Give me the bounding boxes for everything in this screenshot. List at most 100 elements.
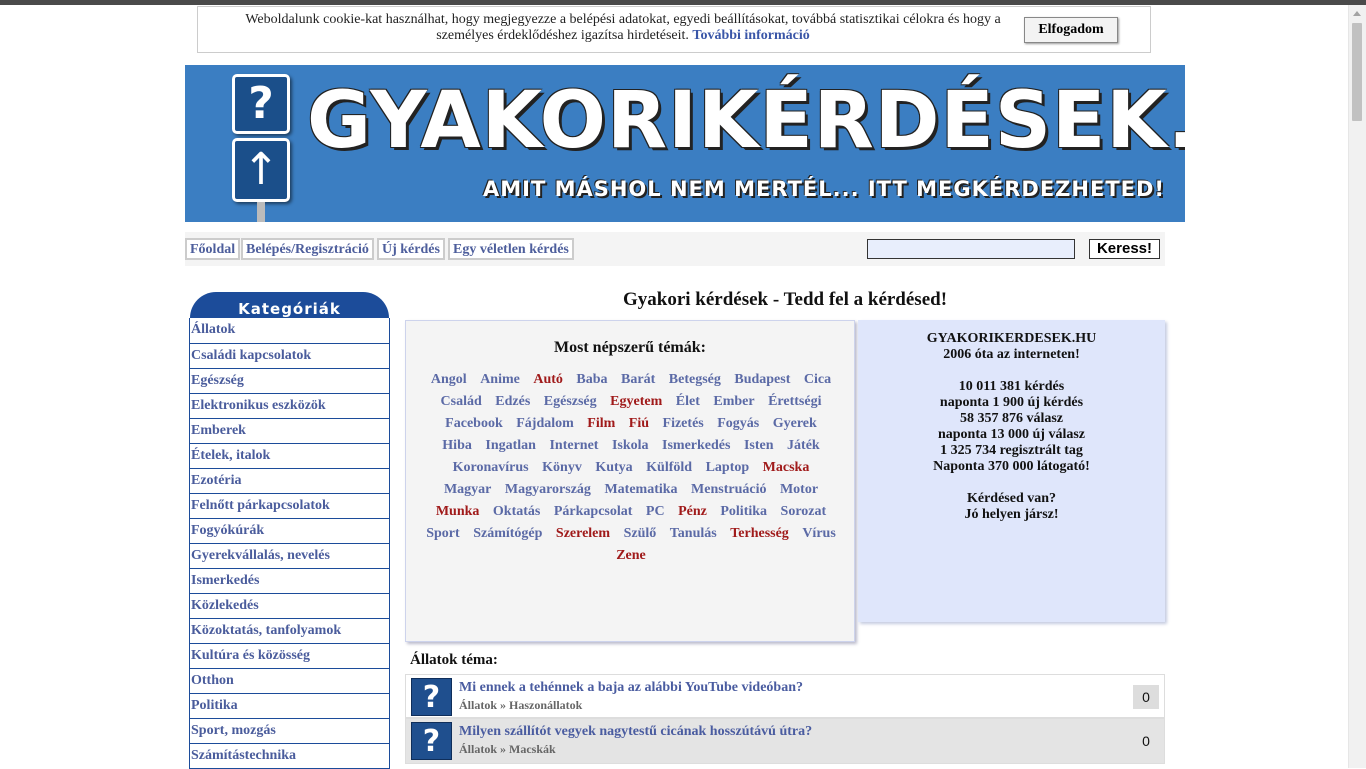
category-item[interactable]: Fogyókúrák <box>190 518 389 543</box>
topic-tag[interactable]: Politika <box>720 504 767 519</box>
topic-tag[interactable]: Sport <box>426 526 459 541</box>
category-item[interactable]: Kultúra és közösség <box>190 643 389 668</box>
topic-tag[interactable]: Kutya <box>595 460 632 475</box>
category-item[interactable]: Otthon <box>190 668 389 693</box>
topic-tag[interactable]: Gyerek <box>773 416 817 431</box>
question-row[interactable]: ? Milyen szállítót vegyek nagytestű cicán… <box>405 718 1165 764</box>
category-item[interactable]: Egészség <box>190 368 389 393</box>
question-category: Állatok » Haszonállatok <box>459 698 583 712</box>
topic-tag[interactable]: Betegség <box>669 372 721 387</box>
topic-tag[interactable]: Munka <box>436 504 480 519</box>
topic-tag[interactable]: Internet <box>549 438 598 453</box>
topic-tag[interactable]: Magyarország <box>505 482 591 497</box>
topic-tag[interactable]: Motor <box>780 482 818 497</box>
topic-tag[interactable]: Könyv <box>542 460 582 475</box>
topic-tag[interactable]: Szülő <box>624 526 657 541</box>
topic-tag[interactable]: Macska <box>763 460 810 475</box>
topic-tag[interactable]: Ingatlan <box>485 438 536 453</box>
cookie-notice: Weboldalunk cookie-kat használhat, hogy … <box>197 6 1151 53</box>
topic-tag[interactable]: Anime <box>480 372 520 387</box>
cookie-text: Weboldalunk cookie-kat használhat, hogy … <box>238 12 1008 44</box>
stats-line: 1 325 734 regisztrált tag <box>940 443 1083 458</box>
popular-topics-title: Most népszerű témák: <box>554 339 706 356</box>
topic-tag[interactable]: Hiba <box>442 438 472 453</box>
category-item[interactable]: Felnőtt párkapcsolatok <box>190 493 389 518</box>
topic-tag[interactable]: Cica <box>804 372 831 387</box>
topic-tag[interactable]: Film <box>587 416 615 431</box>
category-item[interactable]: Ételek, italok <box>190 443 389 468</box>
search-button[interactable]: Keress! <box>1089 239 1160 259</box>
scrollbar-thumb[interactable] <box>1352 23 1362 121</box>
topic-tag[interactable]: Barát <box>621 372 655 387</box>
cookie-accept-button[interactable]: Elfogadom <box>1024 17 1118 43</box>
category-item[interactable]: Emberek <box>190 418 389 443</box>
topic-tag[interactable]: Egészség <box>544 394 597 409</box>
topic-tag[interactable]: Facebook <box>445 416 503 431</box>
topic-tag[interactable]: Család <box>441 394 482 409</box>
topic-tag[interactable]: Fiú <box>629 416 649 431</box>
up-arrow-sign-icon: ↑ <box>232 138 290 202</box>
topic-tag[interactable]: Élet <box>676 394 700 409</box>
topic-tag[interactable]: Fájdalom <box>516 416 574 431</box>
question-title-link[interactable]: Milyen szállítót vegyek nagytestű cicána… <box>459 724 812 740</box>
topic-tag[interactable]: Oktatás <box>493 504 540 519</box>
topic-tag[interactable]: Edzés <box>495 394 530 409</box>
category-item[interactable]: Politika <box>190 693 389 718</box>
topic-tag[interactable]: Autó <box>533 372 563 387</box>
topic-tag[interactable]: Terhesség <box>730 526 789 541</box>
topic-tag[interactable]: PC <box>646 504 665 519</box>
topic-tag[interactable]: Külföld <box>646 460 692 475</box>
category-item[interactable]: Közoktatás, tanfolyamok <box>190 618 389 643</box>
nav-random-question[interactable]: Egy véletlen kérdés <box>448 238 574 260</box>
topic-tag[interactable]: Koronavírus <box>453 460 529 475</box>
topic-tag[interactable]: Egyetem <box>610 394 662 409</box>
topic-tag[interactable]: Magyar <box>444 482 491 497</box>
topic-tag[interactable]: Isten <box>744 438 774 453</box>
topic-tag[interactable]: Ismerkedés <box>662 438 730 453</box>
topic-tag[interactable]: Iskola <box>612 438 649 453</box>
category-item[interactable]: Ezotéria <box>190 468 389 493</box>
search-input[interactable] <box>867 239 1075 259</box>
category-item[interactable]: Családi kapcsolatok <box>190 343 389 368</box>
topic-tag[interactable]: Fizetés <box>663 416 704 431</box>
category-item[interactable]: Közlekedés <box>190 593 389 618</box>
site-stats-box: GYAKORIKERDESEK.HU 2006 óta az interneten… <box>858 320 1165 622</box>
page-scrollbar[interactable] <box>1348 5 1366 768</box>
topic-tag[interactable]: Szerelem <box>556 526 610 541</box>
topic-tag[interactable]: Fogyás <box>717 416 759 431</box>
nav-home[interactable]: Főoldal <box>185 238 241 260</box>
stats-line: 10 011 381 kérdés <box>958 379 1065 394</box>
category-item[interactable]: Sport, mozgás <box>190 718 389 743</box>
topic-tag[interactable]: Pénz <box>678 504 707 519</box>
topic-tag[interactable]: Ember <box>713 394 754 409</box>
stats-line: Naponta 370 000 látogató! <box>933 459 1090 474</box>
question-row[interactable]: ? Mi ennek a tehénnek a baja az alábbi Yo… <box>405 674 1165 718</box>
topic-tag[interactable]: Menstruáció <box>691 482 766 497</box>
topic-tag[interactable]: Számítógép <box>473 526 542 541</box>
topic-tag[interactable]: Játék <box>787 438 820 453</box>
topic-tag[interactable]: Budapest <box>734 372 790 387</box>
category-item[interactable]: Állatok <box>190 318 389 343</box>
category-item[interactable]: Ismerkedés <box>190 568 389 593</box>
topic-tag[interactable]: Tanulás <box>670 526 717 541</box>
topic-tag[interactable]: Matematika <box>604 482 677 497</box>
stats-line: 2006 óta az interneten! <box>943 347 1080 362</box>
nav-new-question[interactable]: Új kérdés <box>377 238 445 260</box>
topic-tag[interactable]: Érettségi <box>768 394 821 409</box>
topic-tag[interactable]: Zene <box>616 548 646 563</box>
site-banner[interactable]: ? ↑ GYAKORIKÉRDÉSEK.HU Amit máshol nem m… <box>185 65 1185 222</box>
topic-tag[interactable]: Laptop <box>706 460 750 475</box>
cookie-more-info-link[interactable]: További információ <box>692 28 809 43</box>
topic-tag[interactable]: Párkapcsolat <box>554 504 633 519</box>
question-title-link[interactable]: Mi ennek a tehénnek a baja az alábbi You… <box>459 680 803 696</box>
topic-tag[interactable]: Vírus <box>802 526 835 541</box>
topic-tag[interactable]: Sorozat <box>781 504 827 519</box>
category-item[interactable]: Elektronikus eszközök <box>190 393 389 418</box>
nav-login-register[interactable]: Belépés/Regisztráció <box>241 238 374 260</box>
category-item[interactable]: Számítástechnika <box>190 743 389 768</box>
scroll-up-arrow-icon[interactable] <box>1353 11 1361 16</box>
category-item[interactable]: Gyerekvállalás, nevelés <box>190 543 389 568</box>
site-logo-title: GYAKORIKÉRDÉSEK.HU <box>307 76 1185 166</box>
topic-tag[interactable]: Baba <box>576 372 607 387</box>
topic-tag[interactable]: Angol <box>431 372 467 387</box>
